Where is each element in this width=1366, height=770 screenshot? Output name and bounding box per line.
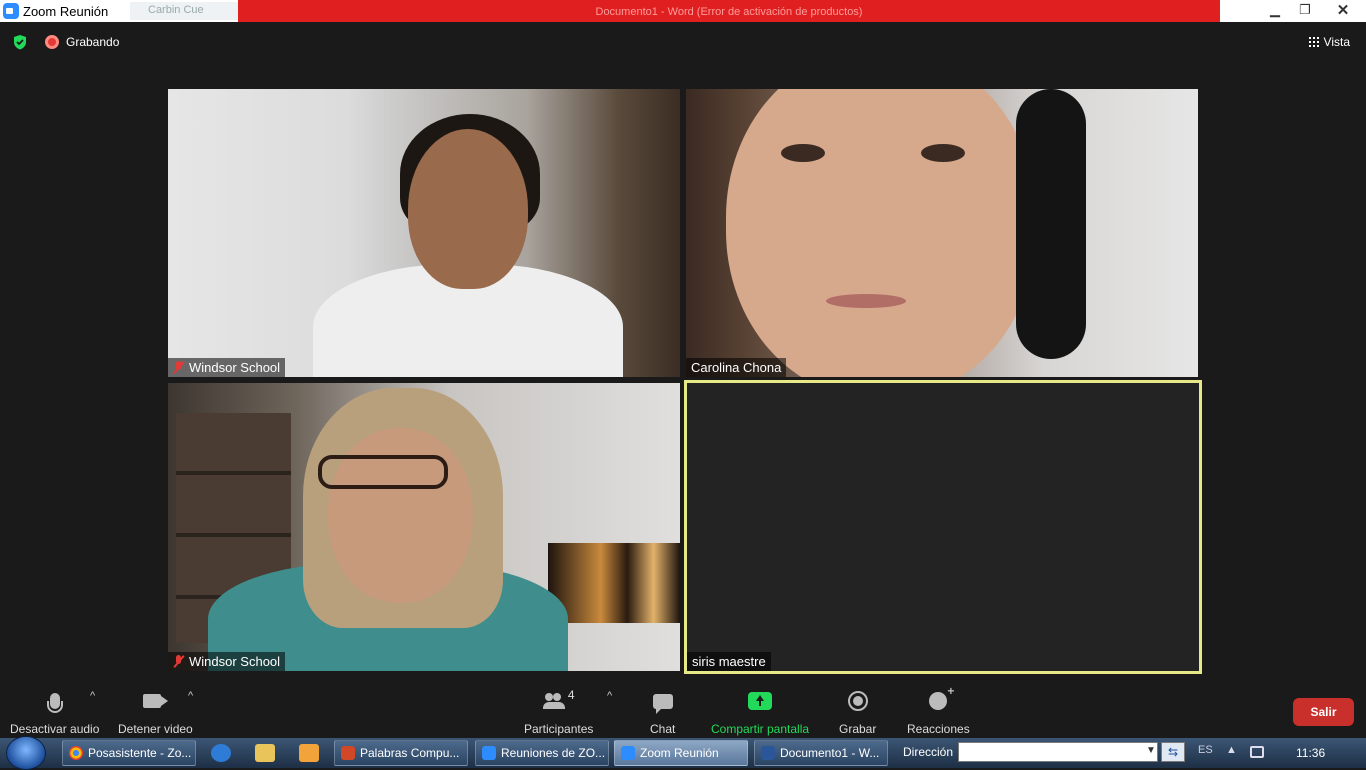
address-input[interactable] xyxy=(958,742,1158,762)
video-feed-glasses xyxy=(318,455,448,489)
close-button[interactable]: ✕ xyxy=(1320,0,1366,20)
chat-button[interactable]: Chat xyxy=(650,688,675,736)
internet-explorer-icon[interactable] xyxy=(211,744,231,762)
video-label: Detener video xyxy=(118,722,193,736)
microphone-icon xyxy=(46,693,63,713)
participant-name: Windsor School xyxy=(189,654,281,669)
taskbar-item-word[interactable]: Documento1 - W... xyxy=(754,740,888,766)
muted-mic-icon xyxy=(173,361,185,374)
taskbar-item-label: Posasistente - Zo... xyxy=(88,746,192,760)
record-button[interactable]: Grabar xyxy=(839,688,876,736)
minimize-button[interactable]: ▁ xyxy=(1260,0,1290,20)
taskbar-item-zoom-reunion[interactable]: Zoom Reunión xyxy=(614,740,748,766)
file-explorer-icon[interactable] xyxy=(255,744,275,762)
taskbar-item-label: Palabras Compu... xyxy=(360,746,460,760)
powerpoint-icon xyxy=(341,746,355,760)
network-icon[interactable] xyxy=(1250,746,1264,758)
recording-label[interactable]: Grabando xyxy=(66,35,119,49)
participant-label: siris maestre xyxy=(687,652,771,671)
video-feed-headset xyxy=(1016,89,1086,359)
participant-name: siris maestre xyxy=(692,654,766,669)
word-icon xyxy=(761,746,775,760)
participant-name: Carolina Chona xyxy=(691,360,782,375)
participants-icon xyxy=(542,693,565,709)
leave-button[interactable]: Salir xyxy=(1293,698,1354,726)
taskbar-item-powerpoint[interactable]: Palabras Compu... xyxy=(334,740,468,766)
participant-label: Windsor School xyxy=(168,652,286,671)
video-tile-4-active-speaker[interactable]: siris maestre xyxy=(684,380,1202,674)
background-window-banner: Documento1 - Word (Error de activación d… xyxy=(238,0,1220,22)
video-tile-3[interactable]: Windsor School xyxy=(168,383,680,671)
participant-label: Windsor School xyxy=(168,358,286,377)
share-label: Compartir pantalla xyxy=(711,722,810,736)
participant-name: Windsor School xyxy=(189,360,281,375)
chevron-down-icon[interactable]: ▼ xyxy=(1146,745,1156,756)
media-player-icon[interactable] xyxy=(299,744,319,762)
video-feed-face xyxy=(408,129,528,289)
reactions-label: Reacciones xyxy=(907,722,970,736)
video-tile-2[interactable]: Carolina Chona xyxy=(686,89,1198,377)
recording-icon xyxy=(45,35,59,49)
camera-icon xyxy=(143,694,169,708)
go-arrow-icon[interactable]: ⇆ xyxy=(1161,742,1185,762)
participants-count: 4 xyxy=(567,688,575,702)
mute-button[interactable]: Desactivar audio xyxy=(10,688,99,736)
meeting-toolbar: Desactivar audio ^ Detener video ^ 4 Par… xyxy=(0,684,1366,738)
address-toolbar-label: Dirección xyxy=(903,745,954,759)
window-title: Zoom Reunión xyxy=(23,3,109,19)
zoom-icon xyxy=(621,746,635,760)
video-tile-1[interactable]: Windsor School xyxy=(168,89,680,377)
window-controls: ▁ ❐ ✕ xyxy=(1260,0,1366,22)
taskbar-item-label: Documento1 - W... xyxy=(780,746,880,760)
language-indicator[interactable]: ES xyxy=(1198,744,1213,756)
zoom-logo-icon xyxy=(3,3,19,19)
smiley-add-icon xyxy=(929,684,954,710)
share-screen-button[interactable]: Compartir pantalla xyxy=(711,688,809,736)
participants-button[interactable]: 4 Participantes xyxy=(524,688,593,736)
participant-label: Carolina Chona xyxy=(686,358,787,377)
clock[interactable]: 11:36 xyxy=(1296,746,1325,760)
taskbar-item-zoom-meetings[interactable]: Reuniones de ZO... xyxy=(475,740,609,766)
windows-taskbar: Posasistente - Zo... Palabras Compu... R… xyxy=(0,736,1366,770)
video-feed xyxy=(726,89,1036,377)
taskbar-item-label: Reuniones de ZO... xyxy=(501,746,606,760)
mute-label: Desactivar audio xyxy=(10,722,100,736)
share-screen-icon xyxy=(748,692,773,710)
chat-label: Chat xyxy=(650,722,676,736)
video-feed-eye xyxy=(781,144,825,162)
restore-button[interactable]: ❐ xyxy=(1290,0,1320,20)
encryption-shield-icon[interactable] xyxy=(12,34,28,50)
video-feed-mouth xyxy=(826,294,906,308)
taskbar-item-label: Zoom Reunión xyxy=(640,746,719,760)
record-label: Grabar xyxy=(839,722,877,736)
taskbar-item-chrome[interactable]: Posasistente - Zo... xyxy=(62,740,196,766)
participants-options-caret[interactable]: ^ xyxy=(607,690,612,702)
chat-icon xyxy=(652,693,673,714)
video-options-caret[interactable]: ^ xyxy=(188,690,193,702)
start-button-windows-icon[interactable] xyxy=(6,736,46,770)
video-feed-painting xyxy=(548,543,680,623)
participants-label: Participantes xyxy=(524,722,594,736)
video-feed-eye xyxy=(921,144,965,162)
muted-mic-icon xyxy=(173,655,185,668)
chrome-icon xyxy=(69,746,83,760)
window-titlebar: Zoom Reunión Carbin Cue Documento1 - Wor… xyxy=(0,0,1366,22)
audio-options-caret[interactable]: ^ xyxy=(90,690,95,702)
stop-video-button[interactable]: Detener video xyxy=(118,688,193,736)
view-button[interactable]: Vista xyxy=(1308,35,1350,49)
zoom-icon xyxy=(482,746,496,760)
record-icon xyxy=(847,691,868,711)
view-label: Vista xyxy=(1323,35,1350,49)
gallery-grid-icon xyxy=(1308,37,1319,47)
show-hidden-icons-icon[interactable]: ▲ xyxy=(1226,744,1237,756)
reactions-button[interactable]: Reacciones xyxy=(907,684,970,736)
background-window-tab: Carbin Cue xyxy=(130,2,248,20)
